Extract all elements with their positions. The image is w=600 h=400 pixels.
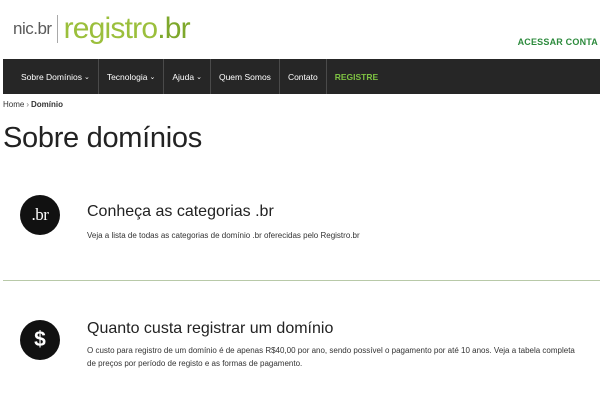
card-preco[interactable]: $ Quanto custa registrar um domínio O cu…	[20, 320, 590, 380]
account-link[interactable]: ACESSAR CONTA	[518, 37, 598, 47]
site-logo[interactable]: nic.br registro.br	[13, 12, 191, 45]
card-description: Veja a lista de todas as categorias de d…	[87, 231, 360, 240]
breadcrumb-current: Domínio	[31, 100, 64, 109]
nav-item-contato[interactable]: Contato	[280, 59, 327, 94]
card-description: O custo para registro de um domínio é de…	[87, 346, 575, 368]
nav-label: Contato	[287, 71, 318, 82]
registro-br-logo-text: registro.br	[63, 12, 191, 45]
page-title: Sobre domínios	[3, 122, 202, 154]
breadcrumb: Home › Domínio	[3, 100, 63, 109]
site-header: nic.br registro.br ACESSAR CONTA	[0, 0, 600, 58]
nav-label: Sobre Domínios	[21, 71, 82, 82]
logo-br: .br	[157, 12, 190, 45]
nav-item-tecnologia[interactable]: Tecnologia ⌄	[99, 59, 165, 94]
breadcrumb-home-link[interactable]: Home	[3, 100, 24, 109]
nav-label: REGISTRE	[334, 71, 379, 82]
main-navbar: Sobre Domínios ⌄ Tecnologia ⌄ Ajuda ⌄ Qu…	[3, 59, 600, 94]
br-icon: .br	[20, 195, 60, 235]
section-divider	[3, 280, 600, 281]
card-title[interactable]: Quanto custa registrar um domínio	[87, 320, 333, 338]
chevron-down-icon: ⌄	[196, 73, 202, 81]
nav-item-quem-somos[interactable]: Quem Somos	[211, 59, 280, 94]
nav-item-sobre-dominios[interactable]: Sobre Domínios ⌄	[13, 59, 99, 94]
nav-label: Ajuda	[172, 71, 195, 82]
nav-label: Quem Somos	[218, 71, 271, 82]
chevron-down-icon: ⌄	[83, 73, 90, 81]
card-title[interactable]: Conheça as categorias .br	[87, 203, 274, 221]
nav-item-ajuda[interactable]: Ajuda ⌄	[164, 59, 211, 94]
nav-item-registre[interactable]: REGISTRE	[327, 59, 386, 94]
card-categorias[interactable]: .br Conheça as categorias .br Veja a lis…	[20, 195, 590, 245]
dollar-icon: $	[20, 320, 60, 360]
breadcrumb-separator: ›	[26, 100, 30, 109]
logo-registro: registro	[63, 12, 158, 45]
nic-br-logo-text: nic.br	[13, 19, 52, 38]
nav-label: Tecnologia	[106, 71, 148, 82]
logo-divider	[56, 15, 58, 43]
chevron-down-icon: ⌄	[149, 73, 156, 81]
